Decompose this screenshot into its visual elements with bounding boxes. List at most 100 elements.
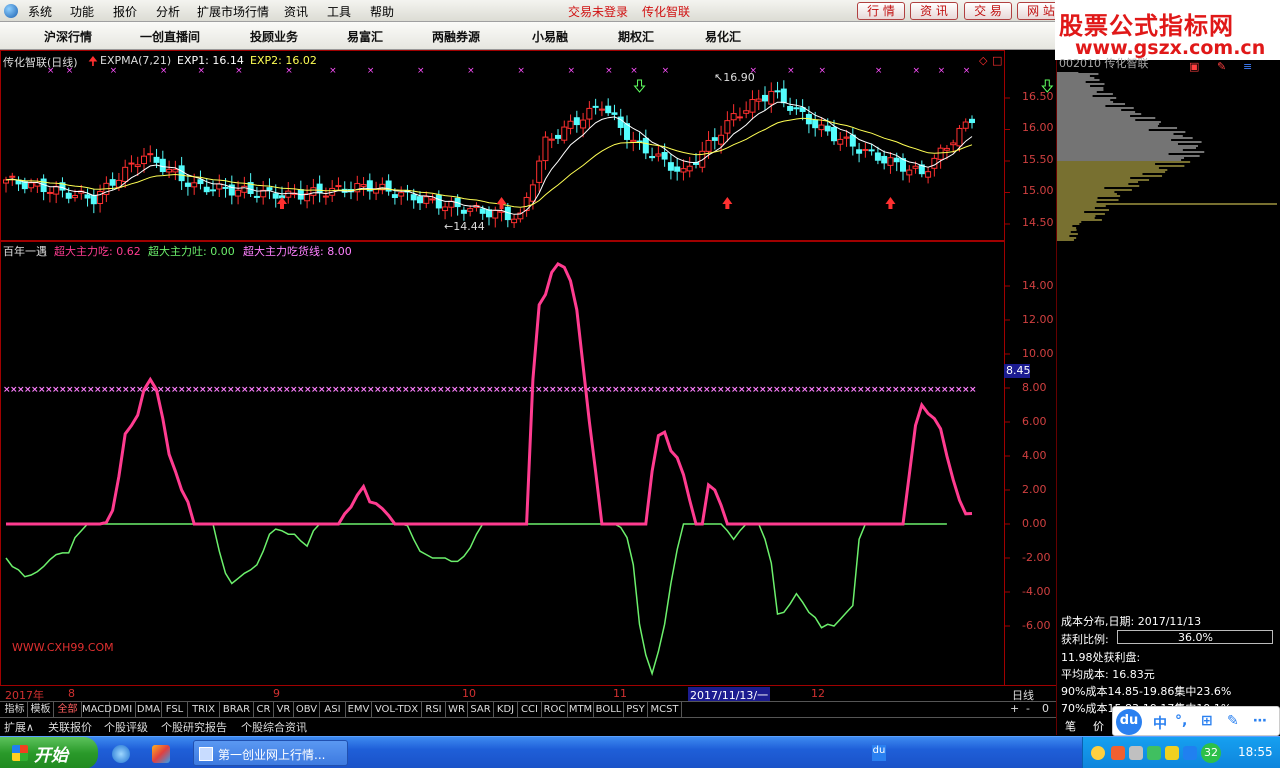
tab-expand[interactable]: 扩展∧ <box>4 719 34 735</box>
menu-analysis[interactable]: 分析 <box>156 3 180 20</box>
spit-line <box>5 523 947 677</box>
indicator-tab[interactable]: WR <box>446 702 468 718</box>
toolbar-options[interactable]: 期权汇 <box>618 28 654 45</box>
menu-tools[interactable]: 工具 <box>327 3 351 20</box>
indicator-tab[interactable]: CR <box>254 702 274 718</box>
candle-body <box>561 126 568 141</box>
menu-info[interactable]: 资讯 <box>284 3 308 20</box>
menu-function[interactable]: 功能 <box>70 3 94 20</box>
ime-handwrite-icon[interactable]: ✎ <box>1227 713 1239 729</box>
diamond-icon[interactable]: ◇ <box>979 54 987 67</box>
indicator-tab[interactable]: KDJ <box>494 702 518 718</box>
candle-body <box>906 169 913 176</box>
average-cost: 平均成本: 16.83元 <box>1061 668 1155 681</box>
indicator-tab[interactable]: 全部 <box>54 702 82 718</box>
sub-tick: -2.00 <box>1022 551 1051 564</box>
chart-zoom-control[interactable]: + <box>1010 702 1019 715</box>
tab-stock-news[interactable]: 个股综合资讯 <box>241 719 307 735</box>
menu-quote[interactable]: 报价 <box>113 3 137 20</box>
candle-body <box>667 162 674 171</box>
quote-button[interactable]: 行 情 <box>857 2 905 20</box>
tab-related-quotes[interactable]: 关联报价 <box>48 719 92 735</box>
ime-more-icon[interactable]: ⋯ <box>1253 713 1267 729</box>
candle-body <box>881 155 888 164</box>
candle-body <box>548 138 555 141</box>
candle-body <box>147 153 154 156</box>
candle-body <box>937 147 944 160</box>
price-tick: 15.50 <box>1022 153 1054 166</box>
indicator-tab[interactable]: PSY <box>624 702 648 718</box>
indicator-tab[interactable]: BRAR <box>220 702 254 718</box>
signal-mark: × <box>605 66 613 76</box>
menu-help[interactable]: 帮助 <box>370 3 394 20</box>
notification-badge[interactable]: 32 <box>1201 743 1221 763</box>
indicator-tab[interactable]: MCST <box>648 702 682 718</box>
indicator-tab[interactable]: OBV <box>294 702 320 718</box>
square-icon[interactable]: □ <box>992 54 1002 67</box>
kline-indicator-chart[interactable]: × × × × × × × × × × × × × × × × × × × × × × ×× × × × × × × × × × × × × × × × ×… <box>0 50 1056 686</box>
app-launcher-icon[interactable] <box>152 745 170 763</box>
indicator-tab[interactable]: FSL <box>162 702 188 718</box>
ime-chinese-mode[interactable]: 中 <box>1153 713 1167 733</box>
indicator-tab[interactable]: CCI <box>518 702 542 718</box>
main-indicator-name[interactable]: EXPMA(7,21) <box>100 54 171 67</box>
indicator-tab[interactable]: VR <box>274 702 294 718</box>
security-icon[interactable] <box>1147 746 1161 760</box>
shield-icon[interactable] <box>1183 746 1197 760</box>
indicator-tab[interactable]: DMA <box>136 702 162 718</box>
indicator-tab[interactable]: 模板 <box>28 702 54 718</box>
menu-ext-market[interactable]: 扩展市场行情 <box>197 3 269 20</box>
chart-zoom-control[interactable]: 0 <box>1042 702 1049 715</box>
toolbar-advisor[interactable]: 投顾业务 <box>250 28 298 45</box>
trade-button[interactable]: 交 易 <box>964 2 1012 20</box>
indicator-tab[interactable]: TRIX <box>188 702 220 718</box>
baidu-ime-icon[interactable]: du <box>1116 709 1142 735</box>
chart-area[interactable]: × × × × × × × × × × × × × × × × × × × × × × × × × × × × × × × × × × × × × × × ×… <box>0 50 1056 686</box>
network-icon[interactable] <box>1165 746 1179 760</box>
toolbar-hs-market[interactable]: 沪深行情 <box>44 28 92 45</box>
toolbar-margin[interactable]: 两融券源 <box>432 28 480 45</box>
indicator-tab[interactable]: DMI <box>110 702 136 718</box>
toolbar-yifuhui[interactable]: 易富汇 <box>347 28 383 45</box>
sub-tick: -4.00 <box>1022 585 1051 598</box>
indicator-tab[interactable]: RSI <box>422 702 446 718</box>
candle-body <box>824 125 831 132</box>
system-tray: 32 18:55 <box>1082 737 1280 768</box>
indicator-tab[interactable]: VOL-TDX <box>372 702 422 718</box>
tab-stock-rating[interactable]: 个股评级 <box>104 719 148 735</box>
ie-icon[interactable] <box>112 745 130 763</box>
qq-icon[interactable] <box>1091 746 1105 760</box>
indicator-tab[interactable]: SAR <box>468 702 494 718</box>
panel-tab-trades[interactable]: 笔 <box>1065 718 1076 734</box>
indicator-tab[interactable]: MTM <box>568 702 594 718</box>
tab-research-report[interactable]: 个股研究报告 <box>161 719 227 735</box>
tray-app-icon[interactable] <box>1111 746 1125 760</box>
menu-system[interactable]: 系统 <box>28 3 52 20</box>
candle-body <box>724 120 731 134</box>
toolbar-yihuahui[interactable]: 易化汇 <box>705 28 741 45</box>
toolbar-xiaoyirong[interactable]: 小易融 <box>532 28 568 45</box>
candle-body <box>511 218 518 224</box>
taskbar-window-item[interactable]: 第一创业网上行情... <box>193 740 348 766</box>
indicator-tab[interactable]: ROC <box>542 702 568 718</box>
candle-body <box>391 194 398 198</box>
news-button[interactable]: 资 讯 <box>910 2 958 20</box>
indicator-tab[interactable]: MACD <box>82 702 112 718</box>
indicator-tab[interactable]: 指标 <box>2 702 28 718</box>
candle-body <box>97 190 104 204</box>
panel-tab-price[interactable]: 价 <box>1093 718 1104 734</box>
ime-punctuation[interactable]: °, <box>1175 713 1187 729</box>
indicator-tab[interactable]: EMV <box>346 702 372 718</box>
sub-chart-title[interactable]: 百年一遇 <box>3 243 47 259</box>
app-icon[interactable] <box>4 4 18 18</box>
candle-body <box>203 186 210 193</box>
ime-keyboard-icon[interactable]: ⊞ <box>1201 713 1213 729</box>
indicator-tab[interactable]: BOLL <box>594 702 624 718</box>
baidu-task-icon[interactable]: du <box>872 745 886 761</box>
indicator-tab[interactable]: ASI <box>320 702 346 718</box>
watermark-url: WWW.CXH99.COM <box>12 641 114 654</box>
chart-zoom-control[interactable]: - <box>1026 702 1030 715</box>
volume-icon[interactable] <box>1129 746 1143 760</box>
toolbar-live-room[interactable]: 一创直播间 <box>140 28 200 45</box>
start-button[interactable]: 开始 <box>0 737 98 768</box>
